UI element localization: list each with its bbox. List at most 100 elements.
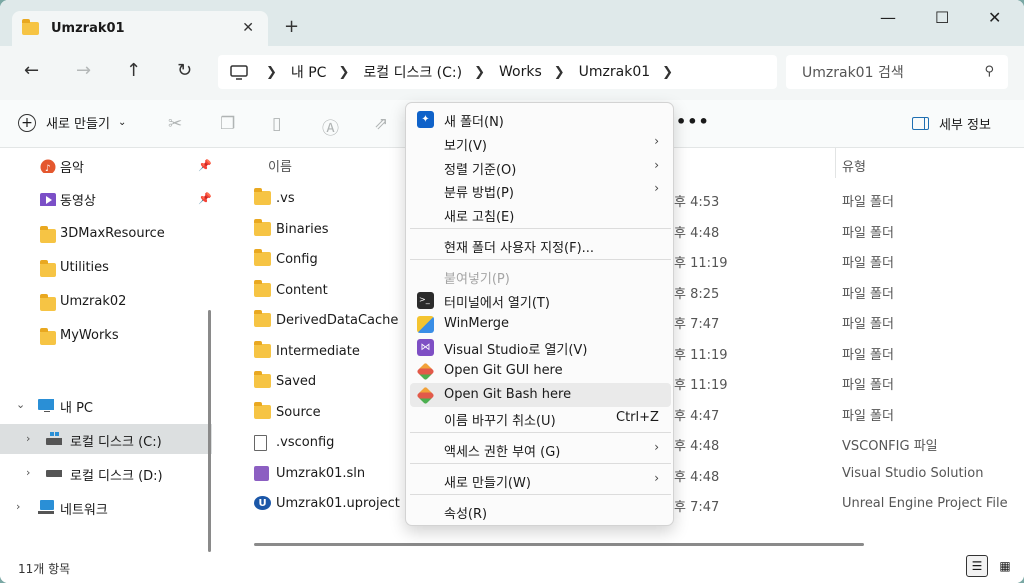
horizontal-scrollbar[interactable] [254, 543, 864, 546]
menu-item-new-folder[interactable]: ✦ 새 폴더(N) [410, 107, 671, 131]
sidebar-item-umzrak02[interactable]: Umzrak02 [0, 287, 212, 317]
file-type: 파일 폴더 [842, 317, 894, 332]
file-name: Saved [276, 374, 317, 389]
chevron-right-icon[interactable]: › [26, 466, 30, 479]
close-window-button[interactable]: ✕ [988, 8, 1001, 27]
file-name: Binaries [276, 222, 329, 237]
menu-item-open-terminal[interactable]: >_ 터미널에서 열기(T) [410, 288, 671, 312]
search-input[interactable]: Umzrak01 검색 ⚲ [786, 55, 1008, 89]
tiles-view-icon[interactable]: ▦ [994, 555, 1016, 577]
menu-item-undo-rename[interactable]: 이름 바꾸기 취소(U) Ctrl+Z [410, 406, 671, 430]
file-date: 후 7:47 [674, 500, 720, 515]
chevron-right-icon[interactable]: › [26, 432, 30, 445]
visual-studio-icon: ⋈ [417, 339, 434, 356]
chevron-right-icon[interactable]: › [16, 500, 20, 513]
sidebar-item-utilities[interactable]: Utilities [0, 253, 212, 283]
column-header-name[interactable]: 이름 [268, 156, 292, 175]
file-date: 후 11:19 [674, 348, 728, 363]
share-icon[interactable]: ⇗ [374, 114, 388, 134]
menu-item-winmerge[interactable]: WinMerge [410, 312, 671, 336]
chevron-right-icon[interactable]: ❯ [662, 65, 673, 80]
chevron-right-icon[interactable]: ❯ [338, 65, 349, 80]
sidebar-item-local-disk-d[interactable]: › 로컬 디스크 (D:) [0, 458, 212, 488]
menu-item-open-visual-studio[interactable]: ⋈ Visual Studio로 열기(V) [410, 335, 671, 359]
forward-arrow-icon[interactable]: → [76, 60, 91, 81]
file-name: Intermediate [276, 344, 360, 359]
paste-icon[interactable]: ▯ [272, 114, 281, 134]
new-tab-button[interactable]: + [284, 16, 299, 37]
tab-umzrak01[interactable]: Umzrak01 ✕ [12, 11, 268, 46]
address-bar[interactable]: ❯ 내 PC ❯ 로컬 디스크 (C:) ❯ Works ❯ Umzrak01 … [218, 55, 777, 89]
breadcrumb-works[interactable]: Works [499, 64, 542, 80]
menu-shortcut: Ctrl+Z [616, 410, 659, 425]
new-item-button[interactable]: + 새로 만들기 ⌄ [18, 113, 126, 132]
sidebar-item-3dmaxresource[interactable]: 3DMaxResource [0, 219, 212, 249]
chevron-right-icon[interactable]: ❯ [474, 65, 485, 80]
up-arrow-icon[interactable]: ↑ [126, 60, 141, 81]
monitor-icon [38, 399, 54, 412]
sidebar-item-label: 음악 [60, 161, 84, 176]
menu-item-customize-folder[interactable]: 현재 폴더 사용자 지정(F)... [410, 233, 671, 257]
folder-icon [254, 249, 271, 266]
network-icon [38, 500, 54, 514]
sidebar-item-network[interactable]: › 네트워크 [0, 492, 212, 522]
drive-icon [46, 470, 62, 477]
pin-icon[interactable]: 📌 [198, 159, 212, 172]
tab-title: Umzrak01 [51, 21, 125, 36]
rename-icon[interactable]: Ⓐ [322, 114, 339, 139]
refresh-icon[interactable]: ↻ [177, 60, 192, 81]
file-date: 후 4:47 [674, 409, 720, 424]
search-icon: ⚲ [984, 64, 994, 79]
menu-item-git-bash[interactable]: Open Git Bash here [410, 383, 671, 407]
details-button[interactable]: 세부 정보 [912, 114, 991, 133]
breadcrumb-umzrak01[interactable]: Umzrak01 [579, 64, 651, 80]
menu-item-sort-by[interactable]: 정렬 기준(O) › [410, 155, 671, 179]
chevron-right-icon[interactable]: ❯ [554, 65, 565, 80]
chevron-down-icon[interactable]: ⌄ [16, 398, 25, 411]
cut-icon[interactable]: ✂ [168, 114, 182, 134]
menu-item-git-gui[interactable]: Open Git GUI here [410, 359, 671, 383]
git-icon [416, 386, 435, 405]
back-arrow-icon[interactable]: ← [24, 60, 39, 81]
file-type: 파일 폴더 [842, 226, 894, 241]
sidebar-item-videos[interactable]: 동영상 📌 [0, 184, 212, 214]
details-view-icon[interactable]: ☰ [966, 555, 988, 577]
navigation-pane: ♪ 음악 📌 동영상 📌 3DMaxResource Utilities Umz… [0, 148, 216, 553]
details-label: 세부 정보 [939, 118, 991, 133]
sidebar-item-music[interactable]: ♪ 음악 📌 [0, 151, 212, 181]
file-name: Content [276, 283, 328, 298]
menu-item-refresh[interactable]: 새로 고침(E) [410, 202, 671, 226]
column-header-type[interactable]: 유형 [842, 156, 866, 175]
new-item-label: 새로 만들기 [46, 117, 110, 132]
file-name: Source [276, 405, 321, 420]
file-date: 후 8:25 [674, 287, 720, 302]
breadcrumb-local-disk-c[interactable]: 로컬 디스크 (C:) [363, 62, 462, 82]
menu-label: Visual Studio로 열기(V) [444, 343, 588, 358]
plus-icon: + [18, 113, 36, 132]
menu-label: 새 폴더(N) [444, 115, 504, 130]
more-options-button[interactable]: ••• [676, 112, 710, 131]
folder-icon [254, 219, 271, 236]
sidebar-item-local-disk-c[interactable]: › 로컬 디스크 (C:) [0, 424, 212, 454]
file-date: 후 4:48 [674, 226, 720, 241]
close-tab-icon[interactable]: ✕ [242, 20, 254, 36]
sidebar-scrollbar[interactable] [208, 310, 211, 552]
copy-icon[interactable]: ❐ [220, 114, 235, 134]
chevron-right-icon[interactable]: ❯ [266, 65, 277, 80]
file-name: .vsconfig [276, 435, 335, 450]
breadcrumb-my-pc[interactable]: 내 PC [291, 62, 327, 82]
sidebar-item-my-pc[interactable]: ⌄ 내 PC [0, 390, 212, 420]
file-date: 후 7:47 [674, 317, 720, 332]
sidebar-item-myworks[interactable]: MyWorks [0, 321, 212, 351]
menu-item-give-access[interactable]: 액세스 권한 부여 (G) › [410, 437, 671, 461]
menu-item-properties[interactable]: 속성(R) [410, 499, 671, 523]
menu-item-paste: 붙여넣기(P) [410, 264, 671, 288]
menu-item-new[interactable]: 새로 만들기(W) › [410, 468, 671, 492]
file-type: Unreal Engine Project File [842, 496, 1008, 511]
menu-item-view[interactable]: 보기(V) › [410, 131, 671, 155]
pin-icon[interactable]: 📌 [198, 192, 212, 205]
menu-item-group-by[interactable]: 분류 방법(P) › [410, 178, 671, 202]
minimize-button[interactable]: — [880, 8, 896, 27]
column-divider[interactable] [835, 148, 836, 178]
maximize-button[interactable]: ☐ [935, 8, 949, 27]
